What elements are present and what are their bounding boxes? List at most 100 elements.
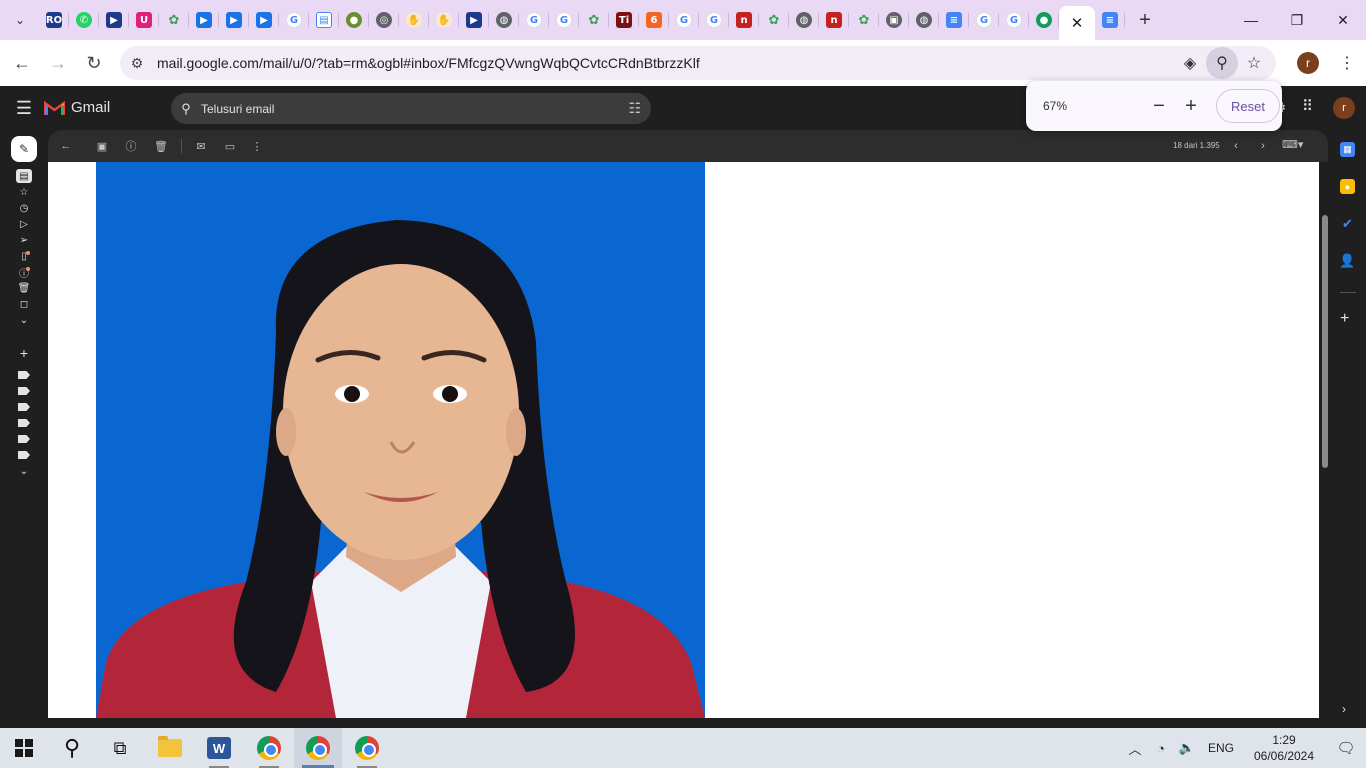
label-icon[interactable] xyxy=(18,419,30,427)
calendar-icon[interactable]: ▦ xyxy=(1340,142,1355,157)
volume-icon[interactable]: 🔈 xyxy=(1174,740,1200,756)
categories-icon[interactable]: ◻ xyxy=(16,297,32,311)
task-view-icon[interactable]: ⧉ xyxy=(96,728,144,768)
search-box[interactable]: ⚲ Telusuri email ☷ xyxy=(171,93,651,124)
tab[interactable]: ≡ xyxy=(939,0,969,40)
url-text[interactable]: mail.google.com/mail/u/0/?tab=rm&ogbl#in… xyxy=(157,55,700,71)
main-menu-icon[interactable]: ☰ xyxy=(12,96,36,120)
trash-icon[interactable]: 🗑 xyxy=(16,281,32,295)
move-to-folder-icon[interactable]: ▭ xyxy=(222,138,238,154)
profile-avatar[interactable]: r xyxy=(1297,52,1319,74)
tab[interactable]: ✋ xyxy=(399,0,429,40)
file-explorer-icon[interactable] xyxy=(146,728,194,768)
show-hidden-icons-chevron-icon[interactable]: ︿ xyxy=(1122,739,1148,758)
new-tab-button[interactable]: + xyxy=(1131,6,1159,34)
search-input[interactable]: Telusuri email xyxy=(201,102,274,116)
tab[interactable]: ▣ xyxy=(879,0,909,40)
tab[interactable]: n xyxy=(819,0,849,40)
back-to-inbox-icon[interactable]: ← xyxy=(58,138,74,154)
tab[interactable]: ✋ xyxy=(429,0,459,40)
show-side-panel-chevron-icon[interactable]: › xyxy=(1342,702,1346,716)
inbox-icon[interactable]: ▤ xyxy=(16,169,32,183)
tab[interactable]: ▶ xyxy=(219,0,249,40)
search-options-icon[interactable]: ☷ xyxy=(628,100,641,117)
archive-icon[interactable]: ▣ xyxy=(94,138,110,154)
start-windows-icon[interactable] xyxy=(0,728,48,768)
forward-icon[interactable]: → xyxy=(40,45,76,81)
restore-icon[interactable]: ❐ xyxy=(1274,0,1320,40)
tab[interactable]: ▶ xyxy=(189,0,219,40)
tab[interactable]: ◎ xyxy=(369,0,399,40)
tasks-icon[interactable]: ✔ xyxy=(1340,216,1355,231)
tab[interactable]: ✿ xyxy=(759,0,789,40)
starred-icon[interactable]: ☆ xyxy=(16,185,32,199)
tab[interactable]: ✿ xyxy=(579,0,609,40)
create-label-plus-icon[interactable]: + xyxy=(16,345,32,361)
tab[interactable]: RO xyxy=(39,0,69,40)
older-chevron-icon[interactable]: › xyxy=(1255,138,1271,154)
tab[interactable]: G xyxy=(669,0,699,40)
more-chevron-icon[interactable]: ⌄ xyxy=(16,313,32,327)
get-addons-plus-icon[interactable]: + xyxy=(1340,310,1349,328)
labels-more-chevron-icon[interactable]: ⌄ xyxy=(16,464,32,478)
delete-icon[interactable]: 🗑 xyxy=(153,138,169,154)
browser-menu-icon[interactable]: ⋮ xyxy=(1333,48,1361,78)
minimize-icon[interactable]: — xyxy=(1228,0,1274,40)
chrome-profile-taskbar-icon[interactable] xyxy=(294,728,342,768)
bookmark-star-icon[interactable]: ☆ xyxy=(1238,47,1270,79)
tab[interactable]: ▶ xyxy=(99,0,129,40)
word-taskbar-icon[interactable]: W xyxy=(195,728,243,768)
input-tools-keyboard-icon[interactable]: ⌨▾ xyxy=(1282,138,1303,151)
important-icon[interactable]: ▷ xyxy=(16,217,32,231)
notification-center-icon[interactable]: 🗨 xyxy=(1326,739,1366,757)
tab[interactable]: G xyxy=(279,0,309,40)
tab[interactable]: ◍ xyxy=(909,0,939,40)
zoom-in-button[interactable]: + xyxy=(1175,90,1207,122)
tab[interactable]: 6 xyxy=(639,0,669,40)
newer-chevron-icon[interactable]: ‹ xyxy=(1228,138,1244,154)
keep-icon[interactable]: ● xyxy=(1340,179,1355,194)
more-options-icon[interactable]: ⋮ xyxy=(249,138,265,154)
label-icon[interactable] xyxy=(18,435,30,443)
network-wifi-icon[interactable]: ◔ xyxy=(1148,741,1174,756)
address-bar[interactable]: ⚙ mail.google.com/mail/u/0/?tab=rm&ogbl#… xyxy=(120,46,1276,80)
tab[interactable]: ▶ xyxy=(249,0,279,40)
tab[interactable]: ◍ xyxy=(789,0,819,40)
label-icon[interactable] xyxy=(18,451,30,459)
zoom-reset-button[interactable]: Reset xyxy=(1216,89,1280,123)
lens-icon[interactable]: ◈ xyxy=(1174,47,1206,79)
zoom-out-button[interactable]: − xyxy=(1143,90,1175,122)
label-icon[interactable] xyxy=(18,371,30,379)
attachment-photo[interactable] xyxy=(96,162,705,718)
gmail-logo[interactable]: Gmail xyxy=(44,99,110,116)
tab[interactable]: G xyxy=(549,0,579,40)
sent-icon[interactable]: ➢ xyxy=(16,233,32,247)
active-tab[interactable]: ✕ xyxy=(1059,6,1095,40)
tab[interactable]: U xyxy=(129,0,159,40)
zoom-icon[interactable]: ⚲ xyxy=(1206,47,1238,79)
account-avatar[interactable]: r xyxy=(1333,97,1355,119)
clock[interactable]: 1:29 06/06/2024 xyxy=(1242,732,1326,764)
language-indicator[interactable]: ENG xyxy=(1208,741,1234,755)
tab[interactable]: ◍ xyxy=(489,0,519,40)
tab[interactable]: G xyxy=(999,0,1029,40)
tab[interactable]: ✿ xyxy=(849,0,879,40)
snoozed-clock-icon[interactable]: ◷ xyxy=(16,201,32,215)
compose-pencil-icon[interactable]: ✎ xyxy=(11,136,37,162)
tab[interactable]: ✿ xyxy=(159,0,189,40)
label-icon[interactable] xyxy=(18,387,30,395)
chrome-taskbar-icon[interactable] xyxy=(245,728,293,768)
report-spam-icon[interactable]: ⓘ xyxy=(123,138,139,154)
apps-grid-icon[interactable]: ⠿ xyxy=(1302,97,1313,115)
close-tab-icon[interactable]: ✕ xyxy=(1071,14,1084,32)
reload-icon[interactable]: ↻ xyxy=(76,45,112,81)
chrome-taskbar-icon[interactable] xyxy=(343,728,391,768)
search-icon[interactable]: ⚲ xyxy=(171,101,201,117)
tab[interactable]: G xyxy=(969,0,999,40)
site-info-icon[interactable]: ⚙ xyxy=(120,46,154,80)
close-window-icon[interactable]: ✕ xyxy=(1320,0,1366,40)
tab[interactable]: ≡ xyxy=(1095,0,1125,40)
mark-unread-icon[interactable]: ✉ xyxy=(193,138,209,154)
tab[interactable]: ▶ xyxy=(459,0,489,40)
back-icon[interactable]: ← xyxy=(4,45,40,81)
